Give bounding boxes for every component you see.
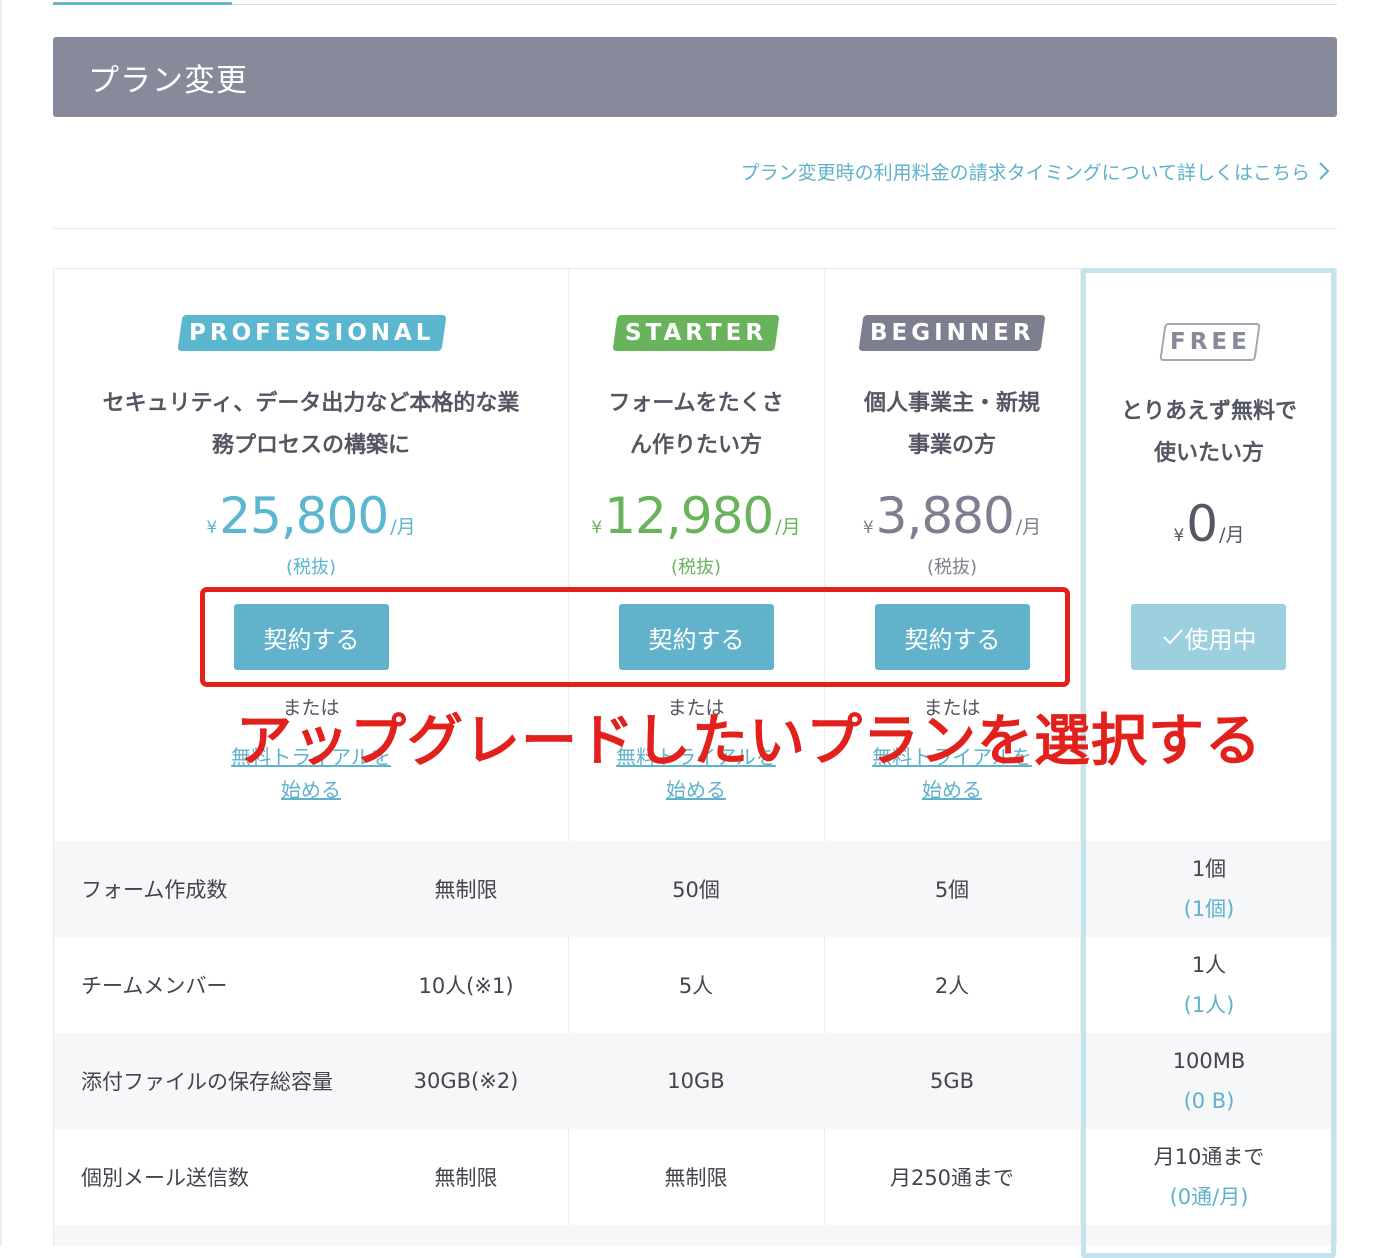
page-header: プラン変更 <box>53 37 1337 117</box>
plan-description: セキュリティ、データ出力など本格的な業 務プロセスの構築に <box>102 391 520 458</box>
tax-note: (税抜) <box>670 557 722 578</box>
plan-price: ¥12,980/月 <box>591 487 801 545</box>
plan-price: ¥0/月 <box>1173 495 1245 553</box>
current-plan-button: 使用中 <box>1131 604 1286 670</box>
tax-note: (税抜) <box>926 557 978 578</box>
feature-value-starter: 50個 <box>672 878 720 902</box>
billing-timing-link-text: プラン変更時の利用料金の請求タイミングについて詳しくはこちら <box>740 161 1310 184</box>
plan-price: ¥25,800/月 <box>206 487 416 545</box>
feature-value-beginner: 5GB <box>929 1069 975 1093</box>
annotation-text: アップグレードしたいプランを選択する <box>236 709 1262 774</box>
feature-row-members: チームメンバー 10人(※1) 5人 2人 1人 (1人) <box>54 937 1336 1033</box>
active-tab-indicator <box>53 2 232 5</box>
plan-badge-beginner: BEGINNER <box>858 315 1046 351</box>
feature-value-free: 100MB (0 B) <box>1172 1049 1246 1113</box>
feature-label: チームメンバー <box>81 974 228 998</box>
plan-description: とりあえず無料で 使いたい方 <box>1120 399 1297 466</box>
plan-badge-free: FREE <box>1159 323 1261 361</box>
feature-value-professional: 無制限 <box>434 878 498 902</box>
feature-value-professional: 30GB(※2) <box>413 1069 519 1093</box>
billing-timing-link[interactable]: プラン変更時の利用料金の請求タイミングについて詳しくはこちら <box>741 156 1334 186</box>
feature-row-forms: フォーム作成数 無制限 50個 5個 1個 (1個) <box>54 841 1336 937</box>
plan-description: 個人事業主・新規 事業の方 <box>863 391 1040 458</box>
tax-note: (税抜) <box>285 557 337 578</box>
feature-value-beginner: 2人 <box>934 974 970 998</box>
feature-row-storage: 添付ファイルの保存総容量 30GB(※2) 10GB 5GB 100MB (0 … <box>54 1033 1336 1129</box>
feature-label: 添付ファイルの保存総容量 <box>81 1070 333 1094</box>
feature-value-starter: 10GB <box>667 1069 725 1093</box>
feature-value-free: 1人 (1人) <box>1183 953 1235 1017</box>
feature-label: フォーム作成数 <box>81 878 228 902</box>
tab-underline <box>53 4 1337 5</box>
feature-value-starter: 5人 <box>678 974 714 998</box>
page-title: プラン変更 <box>88 62 248 99</box>
feature-value-free: 1個 (1個) <box>1183 857 1235 921</box>
feature-row-next <box>54 1225 1336 1246</box>
feature-row-emails: 個別メール送信数 無制限 無制限 月250通まで 月10通まで (0通/月) <box>54 1129 1336 1225</box>
plan-badge-professional: PROFESSIONAL <box>177 315 447 351</box>
subscribe-starter-button[interactable]: 契約する <box>619 604 774 670</box>
feature-value-professional: 10人(※1) <box>418 974 514 998</box>
feature-value-professional: 無制限 <box>434 1166 498 1190</box>
section-divider <box>53 228 1337 229</box>
plan-description: フォームをたくさ ん作りたい方 <box>608 391 784 458</box>
feature-value-beginner: 月250通まで <box>889 1166 1015 1190</box>
subscribe-beginner-button[interactable]: 契約する <box>875 604 1030 670</box>
chevron-right-icon <box>1319 162 1330 180</box>
subscribe-professional-button[interactable]: 契約する <box>234 604 389 670</box>
feature-value-starter: 無制限 <box>664 1166 728 1190</box>
check-icon <box>1162 629 1183 645</box>
plan-price: ¥3,880/月 <box>862 487 1042 545</box>
page-left-border <box>0 0 2 1246</box>
feature-value-free: 月10通まで (0通/月) <box>1153 1145 1265 1209</box>
feature-label: 個別メール送信数 <box>81 1166 249 1190</box>
feature-value-beginner: 5個 <box>934 878 970 902</box>
plan-badge-starter: STARTER <box>612 315 780 351</box>
